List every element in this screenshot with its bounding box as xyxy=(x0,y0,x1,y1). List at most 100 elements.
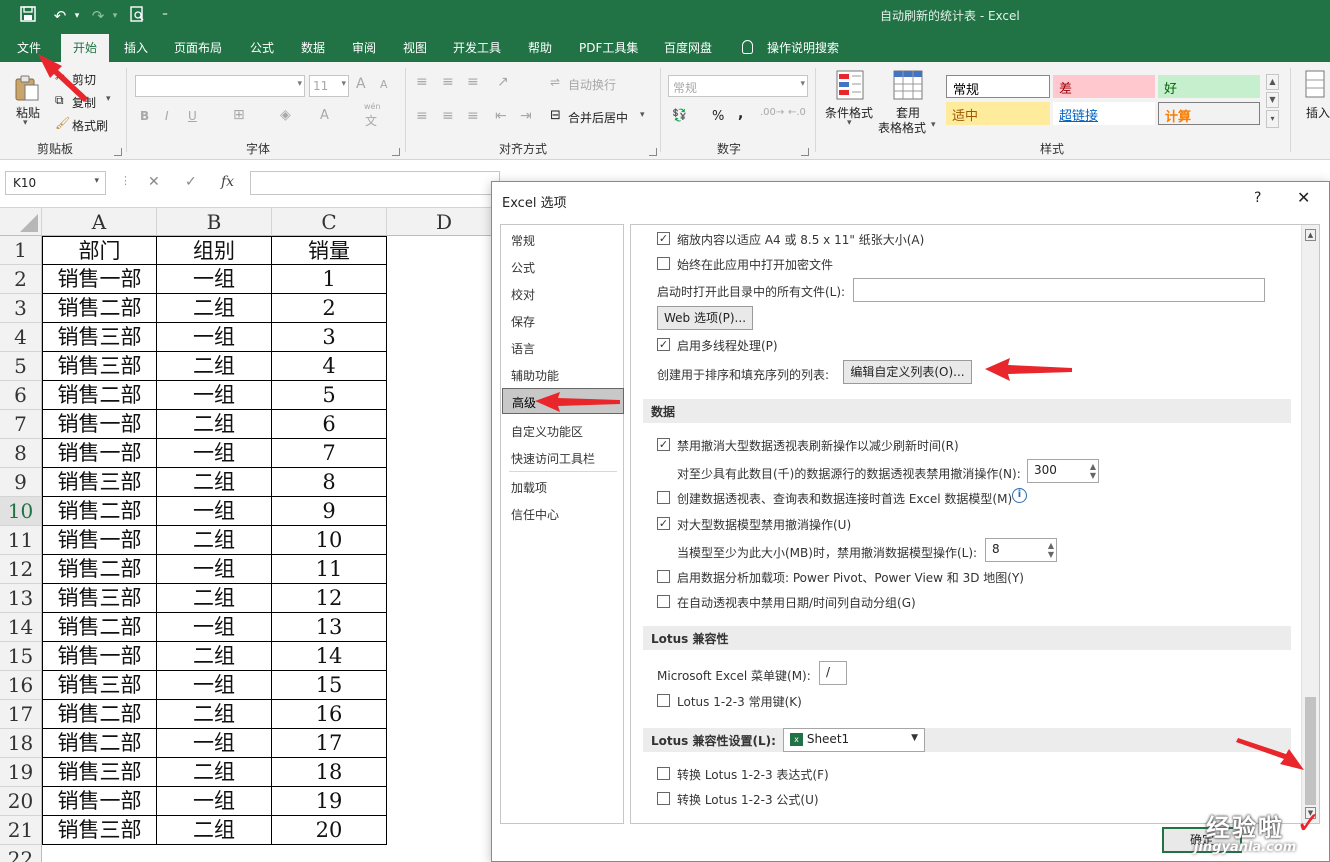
row-header[interactable]: 17 xyxy=(0,700,42,729)
header-cell[interactable]: 销量 xyxy=(272,236,387,265)
table-cell[interactable]: 6 xyxy=(272,410,387,439)
table-cell[interactable]: 销售一部 xyxy=(42,410,157,439)
align-left-icon[interactable]: ≡ xyxy=(416,108,428,124)
transition-entry-checkbox[interactable] xyxy=(657,792,670,805)
edit-custom-lists-button[interactable]: 编辑自定义列表(O)... xyxy=(843,360,972,384)
model-size-input[interactable]: 8 ▲ ▼ xyxy=(985,538,1057,562)
scrollbar-thumb[interactable] xyxy=(1305,697,1316,805)
table-cell[interactable]: 二组 xyxy=(157,758,272,787)
phonetic-guide-button[interactable]: 文 xyxy=(365,112,377,129)
tab-help[interactable]: 帮助 xyxy=(528,39,552,56)
nav-formulas[interactable]: 公式 xyxy=(511,259,535,276)
cut-button[interactable]: 剪切 xyxy=(72,71,96,88)
table-cell[interactable]: 二组 xyxy=(157,468,272,497)
currency-icon[interactable]: 💱 xyxy=(672,108,687,122)
table-cell[interactable]: 销售二部 xyxy=(42,555,157,584)
column-header-d[interactable]: D xyxy=(387,208,502,236)
prefer-data-model-checkbox[interactable] xyxy=(657,491,670,504)
nav-advanced[interactable]: 高级 xyxy=(502,388,624,414)
format-as-table-icon[interactable] xyxy=(893,70,923,103)
table-cell[interactable]: 销售二部 xyxy=(42,381,157,410)
disable-undo-pivot-checkbox[interactable]: ✓ xyxy=(657,438,670,451)
table-cell[interactable]: 4 xyxy=(272,352,387,381)
table-cell[interactable]: 销售二部 xyxy=(42,700,157,729)
style-normal[interactable]: 常规 xyxy=(946,75,1050,98)
table-cell[interactable]: 二组 xyxy=(157,526,272,555)
column-header-b[interactable]: B xyxy=(157,208,272,236)
tab-formulas[interactable]: 公式 xyxy=(250,39,274,56)
number-launcher-icon[interactable] xyxy=(801,148,809,156)
increase-indent-icon[interactable]: ⇥ xyxy=(520,108,532,124)
paste-dropdown-icon[interactable]: ▾ xyxy=(23,118,28,128)
row-header[interactable]: 1 xyxy=(0,236,42,265)
style-calculation[interactable]: 计算 xyxy=(1158,102,1260,125)
tab-baidu-netdisk[interactable]: 百度网盘 xyxy=(664,39,712,56)
nav-trust-center[interactable]: 信任中心 xyxy=(511,506,559,523)
table-cell[interactable]: 销售三部 xyxy=(42,758,157,787)
tab-home[interactable]: 开始 xyxy=(61,34,110,64)
styles-scroll-up-icon[interactable]: ▲ xyxy=(1266,74,1279,90)
column-header-a[interactable]: A xyxy=(42,208,157,236)
tab-developer[interactable]: 开发工具 xyxy=(453,39,501,56)
percent-button[interactable]: % xyxy=(712,109,724,124)
undo-dropdown-icon[interactable]: ▾ xyxy=(67,6,87,26)
table-cell[interactable]: 一组 xyxy=(157,671,272,700)
copy-button[interactable]: 复制 xyxy=(72,94,96,111)
table-cell[interactable]: 销售二部 xyxy=(42,613,157,642)
row-header[interactable]: 21 xyxy=(0,816,42,845)
align-right-icon[interactable]: ≡ xyxy=(467,108,479,124)
row-header[interactable]: 13 xyxy=(0,584,42,613)
nav-customize-ribbon[interactable]: 自定义功能区 xyxy=(511,423,583,440)
table-cell[interactable]: 18 xyxy=(272,758,387,787)
table-cell[interactable]: 销售三部 xyxy=(42,323,157,352)
row-header[interactable]: 7 xyxy=(0,410,42,439)
tell-me-search[interactable]: 操作说明搜索 xyxy=(767,39,839,56)
table-cell[interactable]: 一组 xyxy=(157,381,272,410)
multithread-checkbox[interactable]: ✓ xyxy=(657,338,670,351)
column-header-c[interactable]: C xyxy=(272,208,387,236)
row-header[interactable]: 18 xyxy=(0,729,42,758)
table-cell[interactable]: 一组 xyxy=(157,729,272,758)
lotus-nav-keys-checkbox[interactable] xyxy=(657,694,670,707)
font-name-combo[interactable]: ▾ xyxy=(135,75,305,97)
paste-icon[interactable] xyxy=(14,74,40,105)
transition-eval-checkbox[interactable] xyxy=(657,767,670,780)
header-cell[interactable]: 组别 xyxy=(157,236,272,265)
table-cell[interactable]: 销售一部 xyxy=(42,787,157,816)
table-cell[interactable]: 销售三部 xyxy=(42,352,157,381)
menu-key-input[interactable]: / xyxy=(819,661,847,685)
table-cell[interactable]: 二组 xyxy=(157,584,272,613)
align-center-icon[interactable]: ≡ xyxy=(442,108,454,124)
open-encrypted-checkbox[interactable] xyxy=(657,257,670,270)
table-cell[interactable]: 17 xyxy=(272,729,387,758)
font-size-combo[interactable]: 11 ▾ xyxy=(309,75,349,97)
table-cell[interactable]: 11 xyxy=(272,555,387,584)
table-cell[interactable]: 销售二部 xyxy=(42,729,157,758)
info-icon[interactable]: i xyxy=(1012,488,1027,503)
spinner-icon[interactable]: ▲ ▼ xyxy=(1090,462,1096,480)
align-middle-icon[interactable]: ≡ xyxy=(442,74,454,90)
tab-file[interactable]: 文件 xyxy=(17,39,41,56)
comma-button[interactable]: , xyxy=(738,106,743,122)
enable-addins-checkbox[interactable] xyxy=(657,570,670,583)
row-header[interactable]: 3 xyxy=(0,294,42,323)
scroll-up-icon[interactable]: ▲ xyxy=(1305,229,1316,241)
table-cell[interactable]: 一组 xyxy=(157,323,272,352)
row-header[interactable]: 6 xyxy=(0,381,42,410)
print-preview-icon[interactable] xyxy=(127,6,147,26)
table-cell[interactable]: 5 xyxy=(272,381,387,410)
bold-button[interactable]: B xyxy=(140,109,149,123)
tab-data[interactable]: 数据 xyxy=(301,39,325,56)
borders-icon[interactable]: ⊞ xyxy=(233,107,245,123)
table-cell[interactable]: 销售三部 xyxy=(42,671,157,700)
row-header[interactable]: 4 xyxy=(0,323,42,352)
insert-cells-button[interactable]: 插入 xyxy=(1306,104,1330,121)
row-header[interactable]: 8 xyxy=(0,439,42,468)
row-header[interactable]: 22 xyxy=(0,845,42,862)
row-header[interactable]: 12 xyxy=(0,555,42,584)
fill-color-icon[interactable]: ◈ xyxy=(280,107,291,123)
table-cell[interactable]: 2 xyxy=(272,294,387,323)
row-header[interactable]: 10 xyxy=(0,497,42,526)
table-cell[interactable]: 3 xyxy=(272,323,387,352)
table-cell[interactable]: 销售三部 xyxy=(42,468,157,497)
